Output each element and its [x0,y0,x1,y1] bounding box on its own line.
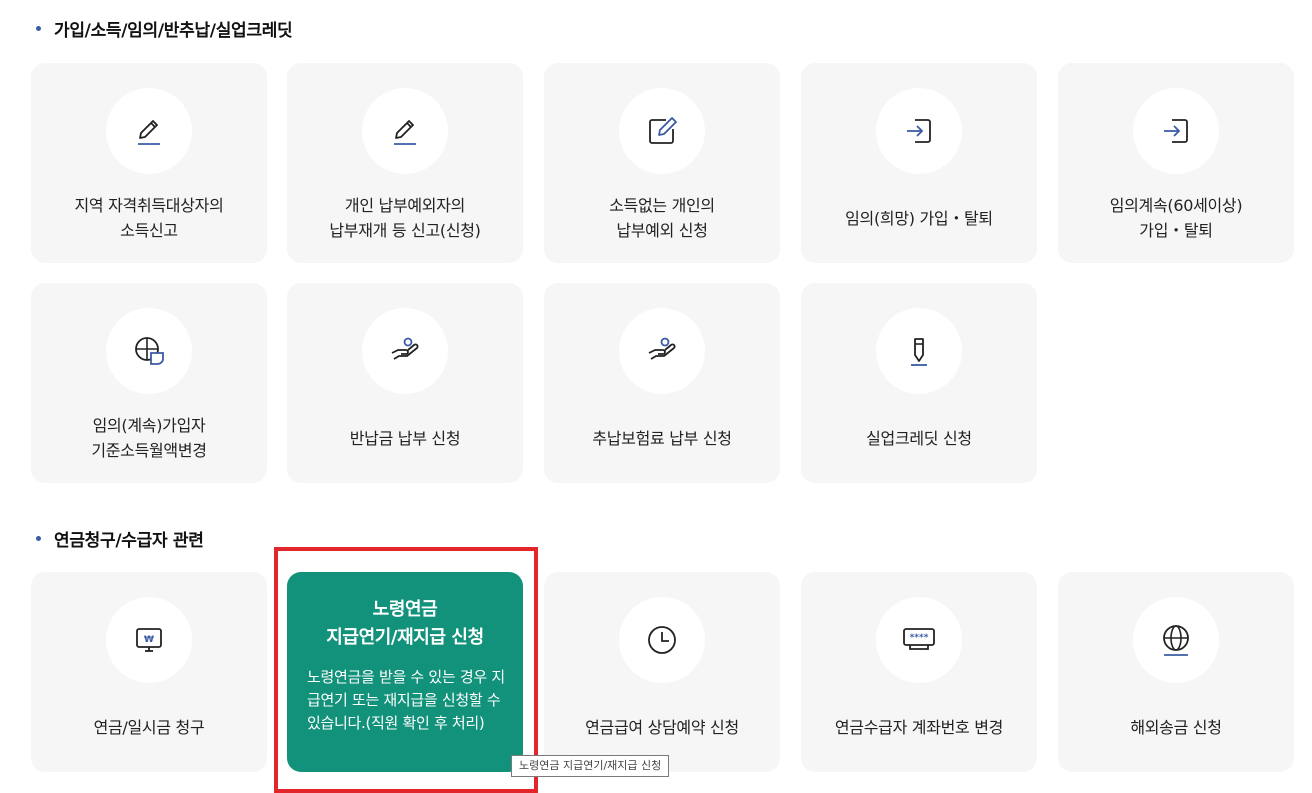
card-standard-income-change[interactable]: 임의(계속)가입자 기준소득월액변경 [31,283,267,483]
card-label: 반납금 납부 신청 [349,428,461,448]
card-label: 임의(계속)가입자 기준소득월액변경 [91,416,207,460]
monitor-won-icon: ₩ [136,628,162,652]
card-payment-exemption-request[interactable]: 소득없는 개인의 납부예외 신청 [544,63,780,263]
card-icon-circle [619,597,705,683]
card-icon-circle [362,308,448,394]
card-label: 소득없는 개인의 납부예외 신청 [609,196,715,240]
card-label: 해외송금 신청 [1130,717,1222,737]
card-payment-resume-report[interactable]: 개인 납부예외자의 납부재개 등 신고(신청) [287,63,523,263]
svg-text:₩: ₩ [144,635,154,645]
card-icon-circle: ₩ [106,597,192,683]
section-title-text: 연금청구/수급자 관련 [54,531,204,551]
card-label: 지역 자격취득대상자의 소득신고 [74,196,224,240]
section-title-text: 가입/소득/임의/반추납/실업크레딧 [54,21,293,41]
card-icon-circle: **** [876,597,962,683]
card-description: 노령연금을 받을 수 있는 경우 지급연기 또는 재지급을 신청할 수 있습니다… [307,668,505,732]
edit-square-icon [649,117,677,144]
tooltip: 노령연금 지급연기/재지급 신청 [511,755,670,777]
sign-in-icon [907,119,931,143]
card-regional-income-report[interactable]: 지역 자격취득대상자의 소득신고 [31,63,267,263]
card-label: 연금/일시금 청구 [93,717,205,737]
card-overseas-remittance[interactable]: 해외송금 신청 [1058,572,1294,772]
section-title-pension-claims: 연금청구/수급자 관련 [36,526,204,551]
card-label: 임의계속(60세이상) 가입・탈퇴 [1109,196,1243,240]
card-title: 노령연금 지급연기/재지급 신청 [326,599,484,648]
card-icon-circle [106,308,192,394]
section-title-enrollment: 가입/소득/임의/반추납/실업크레딧 [36,16,293,41]
card-icon-circle [362,88,448,174]
card-label: 임의(희망) 가입・탈퇴 [845,208,993,228]
card-icon-circle [619,88,705,174]
card-label: 연금수급자 계좌번호 변경 [834,717,1004,737]
pencil-icon [138,120,160,145]
card-unemployment-credit[interactable]: 실업크레딧 신청 [801,283,1037,483]
card-consultation-reservation[interactable]: 연금급여 상담예약 신청 [544,572,780,772]
card-icon-circle [1133,597,1219,683]
card-icon-circle [876,88,962,174]
bullet-icon [36,26,41,31]
pen-icon [911,338,927,366]
sign-in-icon [1164,119,1188,143]
card-voluntary-join-leave[interactable]: 임의(희망) 가입・탈퇴 [801,63,1037,263]
card-additional-premium-payment[interactable]: 추납보험료 납부 신청 [544,283,780,483]
svg-text:****: **** [910,633,929,643]
card-icon-circle [1133,88,1219,174]
globe-shield-icon [135,337,164,365]
card-label: 추납보험료 납부 신청 [592,428,732,448]
bullet-icon [36,536,41,541]
card-icon-circle [876,308,962,394]
card-label: 실업크레딧 신청 [866,428,972,448]
card-voluntary-continued-join-leave[interactable]: 임의계속(60세이상) 가입・탈퇴 [1058,63,1294,263]
clock-icon [648,626,676,654]
card-label: 개인 납부예외자의 납부재개 등 신고(신청) [329,196,481,240]
card-pension-lumpsum-claim[interactable]: ₩ 연금/일시금 청구 [31,572,267,772]
password-monitor-icon: **** [903,628,935,650]
pencil-icon [394,120,416,145]
hand-person-icon [648,337,676,360]
card-icon-circle [106,88,192,174]
card-account-number-change[interactable]: **** 연금수급자 계좌번호 변경 [801,572,1037,772]
card-label: 연금급여 상담예약 신청 [585,717,739,737]
card-refund-payment-request[interactable]: 반납금 납부 신청 [287,283,523,483]
globe-icon [1163,625,1189,656]
card-icon-circle [619,308,705,394]
hand-person-icon [391,337,419,360]
card-old-age-pension-deferral[interactable]: 노령연금 지급연기/재지급 신청 노령연금을 받을 수 있는 경우 지급연기 또… [287,572,523,772]
